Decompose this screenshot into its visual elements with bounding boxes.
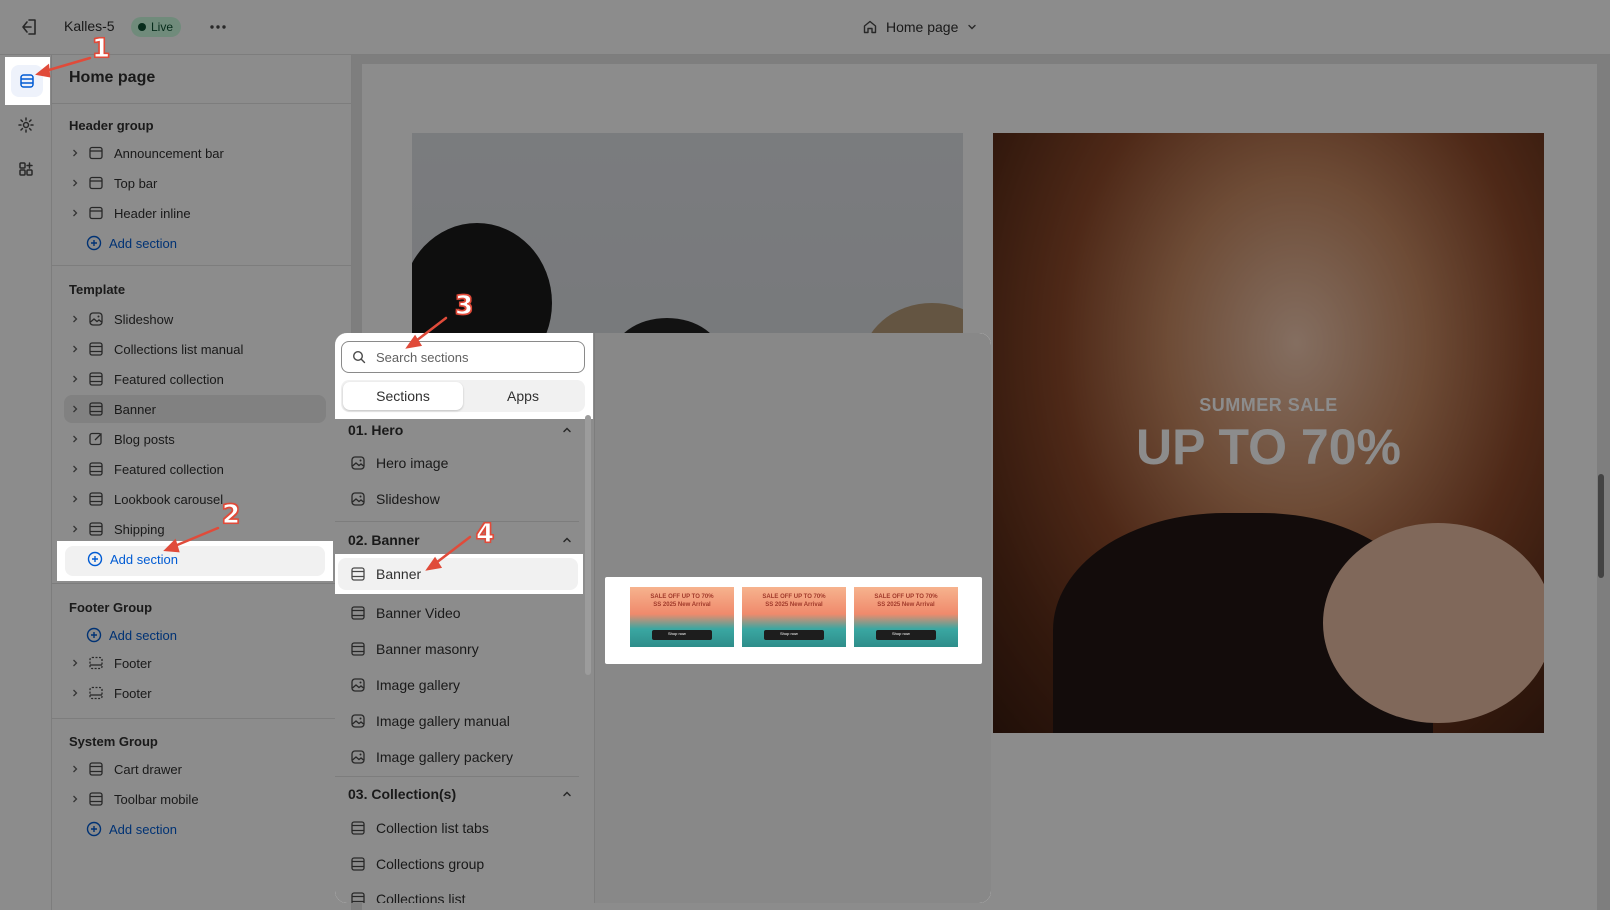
- add-section-content: Add section: [87, 551, 178, 567]
- picker-item-label: Banner: [376, 566, 422, 582]
- picker-item-banner-highlight: Banner: [335, 554, 583, 594]
- plus-circle-icon: [87, 551, 103, 567]
- thumbnail-button: Shop now: [892, 631, 910, 636]
- add-section-button-template[interactable]: Add section: [57, 541, 333, 581]
- sections-rail-button-highlight[interactable]: [11, 65, 43, 97]
- banner-thumbnail: SALE OFF UP TO 70% SS 2025 New Arrival Sh…: [630, 587, 734, 647]
- search-icon: [352, 350, 366, 364]
- banner-thumbnail: SALE OFF UP TO 70% SS 2025 New Arrival Sh…: [742, 587, 846, 647]
- thumbnail-text: SALE OFF UP TO 70% SS 2025 New Arrival: [650, 594, 714, 608]
- callout-3: 3: [454, 291, 474, 322]
- thumbnail-text: SALE OFF UP TO 70% SS 2025 New Arrival: [874, 594, 938, 608]
- picker-list-scrollbar[interactable]: [585, 415, 591, 675]
- search-input[interactable]: [376, 349, 576, 365]
- thumbnail-button: Shop now: [668, 631, 686, 636]
- section-icon: [351, 567, 365, 581]
- add-section-label: Add section: [110, 551, 178, 567]
- banner-preview-card: SALE OFF UP TO 70% SS 2025 New Arrival Sh…: [605, 577, 982, 664]
- callout-1: 1: [91, 34, 111, 65]
- sections-icon: [20, 74, 34, 88]
- picker-header: Sections Apps: [335, 333, 593, 419]
- thumbnail-button: Shop now: [780, 631, 798, 636]
- tab-apps[interactable]: Apps: [463, 382, 583, 410]
- search-field[interactable]: [341, 341, 585, 373]
- callout-2: 2: [221, 500, 241, 531]
- picker-tabs: Sections Apps: [341, 380, 585, 412]
- thumbnail-text: SALE OFF UP TO 70% SS 2025 New Arrival: [762, 594, 826, 608]
- highlight-rail-sections: [5, 57, 50, 105]
- picker-item-banner[interactable]: Banner: [338, 558, 578, 590]
- callout-4: 4: [475, 519, 495, 550]
- banner-thumbnail: SALE OFF UP TO 70% SS 2025 New Arrival Sh…: [854, 587, 958, 647]
- tab-sections[interactable]: Sections: [343, 382, 463, 410]
